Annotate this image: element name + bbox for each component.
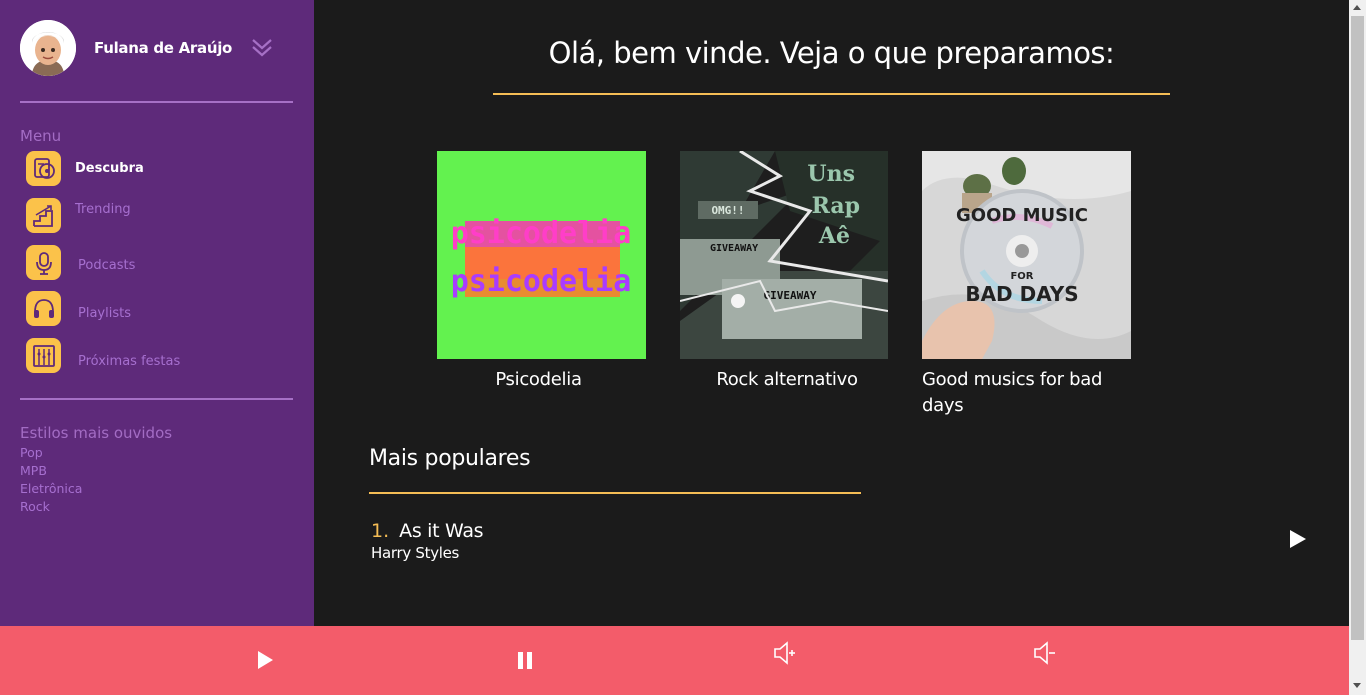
trending-stairs-icon xyxy=(26,198,61,233)
playlist-cover[interactable]: OMG!! GIVEAWAY GIVEAWAY Uns Rap Aê xyxy=(680,151,889,359)
scroll-down-arrow-icon[interactable] xyxy=(1353,683,1361,688)
avatar xyxy=(20,20,76,76)
card-label: Good musics for bad days xyxy=(922,369,1103,416)
svg-text:GIVEAWAY: GIVEAWAY xyxy=(764,289,817,302)
sidebar-item-trending[interactable]: Trending xyxy=(26,198,131,233)
playlist-card-psicodelia[interactable]: psicodelia psicodelia Psicodelia xyxy=(437,151,646,393)
discover-icon xyxy=(26,151,61,186)
sidebar: Fulana de Araújo Menu Descubra Trending … xyxy=(0,0,314,626)
sidebar-item-playlists[interactable]: Playlists xyxy=(26,291,131,326)
playlist-card-rock-alternativo[interactable]: OMG!! GIVEAWAY GIVEAWAY Uns Rap Aê Rock … xyxy=(680,151,889,393)
svg-text:Rap: Rap xyxy=(812,193,860,219)
volume-down-button[interactable] xyxy=(1024,633,1064,673)
scroll-thumb[interactable] xyxy=(1351,16,1364,640)
user-name: Fulana de Araújo xyxy=(94,39,233,57)
sidebar-item-label: Trending xyxy=(75,202,131,217)
track-title: As it Was xyxy=(399,520,484,542)
pause-button[interactable] xyxy=(505,640,545,680)
volume-up-icon xyxy=(774,641,795,665)
chevron-down-icon[interactable] xyxy=(250,37,274,59)
style-link-mpb[interactable]: MPB xyxy=(20,463,47,478)
playlist-cover[interactable]: GOOD MUSIC FOR BAD DAYS xyxy=(922,151,1131,359)
cover-text: psicodelia xyxy=(451,264,632,299)
user-profile[interactable]: Fulana de Araújo xyxy=(20,20,274,76)
style-link-rock[interactable]: Rock xyxy=(20,499,50,514)
play-icon xyxy=(258,651,273,669)
party-speaker-icon xyxy=(26,338,61,373)
pause-icon xyxy=(518,652,532,669)
svg-text:GIVEAWAY: GIVEAWAY xyxy=(710,243,758,254)
title-underline xyxy=(493,93,1170,95)
track-number: 1. xyxy=(371,520,390,542)
sidebar-item-proximas-festas[interactable]: Próximas festas xyxy=(26,338,180,373)
track-row[interactable]: 1. As it Was Harry Styles xyxy=(371,520,484,562)
sidebar-item-label: Descubra xyxy=(75,161,144,176)
svg-text:Aê: Aê xyxy=(818,223,850,249)
sidebar-item-descubra[interactable]: Descubra xyxy=(26,151,144,186)
svg-text:FOR: FOR xyxy=(1010,271,1033,282)
play-icon xyxy=(1290,530,1306,548)
svg-text:OMG!!: OMG!! xyxy=(711,204,744,217)
styles-title: Estilos mais ouvidos xyxy=(20,424,173,442)
style-link-eletronica[interactable]: Eletrônica xyxy=(20,481,82,496)
cover-text: Uns xyxy=(807,161,855,187)
volume-down-icon xyxy=(1034,641,1055,665)
style-link-pop[interactable]: Pop xyxy=(20,445,43,460)
divider xyxy=(20,398,293,400)
track-artist: Harry Styles xyxy=(371,544,460,562)
play-track-button[interactable] xyxy=(1287,528,1309,550)
svg-text:GOOD MUSIC: GOOD MUSIC xyxy=(956,205,1088,226)
card-label: Psicodelia xyxy=(495,369,582,390)
sidebar-item-label: Próximas festas xyxy=(78,354,181,369)
sidebar-item-label: Playlists xyxy=(78,306,131,321)
scrollbar[interactable] xyxy=(1349,0,1366,695)
menu-title: Menu xyxy=(20,127,62,145)
volume-up-button[interactable] xyxy=(764,633,804,673)
section-title-popular: Mais populares xyxy=(369,446,531,471)
page-title: Olá, bem vinde. Veja o que preparamos: xyxy=(548,36,1115,70)
sidebar-item-label: Podcasts xyxy=(78,258,136,273)
cover-text: psicodelia xyxy=(451,216,632,251)
popular-underline xyxy=(369,492,861,494)
sidebar-item-podcasts[interactable]: Podcasts xyxy=(26,245,135,280)
microphone-icon xyxy=(26,245,61,280)
playlist-card-good-musics[interactable]: GOOD MUSIC FOR BAD DAYS Good musics for … xyxy=(922,151,1131,419)
playlist-cover[interactable]: psicodelia psicodelia xyxy=(437,151,646,359)
divider xyxy=(20,101,293,103)
headphones-icon xyxy=(26,291,61,326)
play-button[interactable] xyxy=(245,640,285,680)
scroll-up-arrow-icon[interactable] xyxy=(1353,5,1361,10)
svg-text:BAD DAYS: BAD DAYS xyxy=(965,282,1078,306)
card-label: Rock alternativo xyxy=(716,369,858,390)
player-bar xyxy=(0,626,1349,695)
